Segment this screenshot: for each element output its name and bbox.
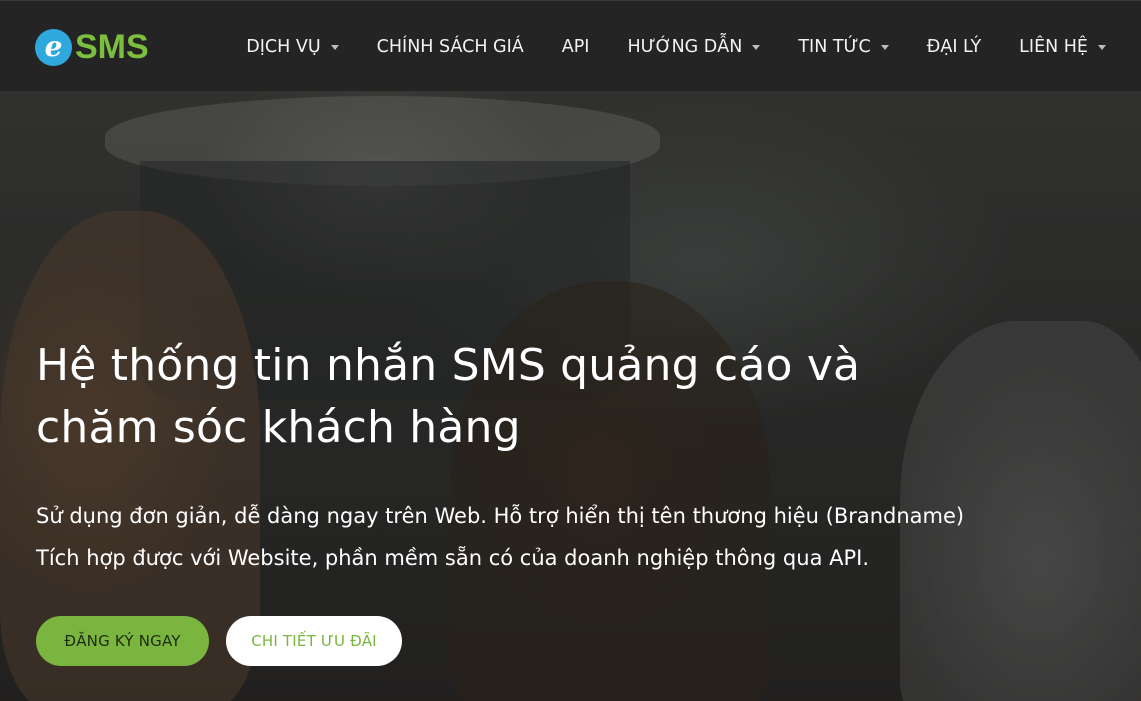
nav-item-api[interactable]: API: [562, 37, 590, 57]
logo-text: SMS: [75, 28, 149, 66]
nav-item-dich-vu[interactable]: DỊCH VỤ: [246, 36, 339, 57]
hero-title: Hệ thống tin nhắn SMS quảng cáo và chăm …: [36, 335, 1036, 459]
register-now-button[interactable]: ĐĂNG KÝ NGAY: [36, 616, 209, 666]
nav-item-label: DỊCH VỤ: [246, 36, 321, 57]
nav-item-lien-he[interactable]: LIÊN HỆ: [1019, 37, 1106, 57]
nav-item-label: API: [561, 36, 590, 57]
caret-down-icon: [752, 45, 761, 50]
nav-item-label: TIN TỨC: [798, 36, 871, 57]
esms-logo[interactable]: e SMS: [35, 28, 149, 66]
caret-down-icon: [1098, 45, 1106, 50]
nav-item-dai-ly[interactable]: ĐẠI LÝ: [927, 37, 981, 57]
hero-section: Hệ thống tin nhắn SMS quảng cáo và chăm …: [0, 91, 1141, 701]
top-navbar: e SMS DỊCH VỤ CHÍNH SÁCH GIÁ API HƯỚNG D…: [0, 0, 1141, 91]
nav-item-label: LIÊN HỆ: [1019, 36, 1088, 57]
nav-item-label: ĐẠI LÝ: [926, 36, 982, 57]
hero-title-line: Hệ thống tin nhắn SMS quảng cáo và: [36, 340, 861, 391]
caret-down-icon: [330, 45, 339, 50]
hero-subtitle-line: Sử dụng đơn giản, dễ dàng ngay trên Web.…: [36, 504, 965, 528]
hero-subtitle-line: Tích hợp được với Website, phần mềm sẵn …: [36, 546, 870, 570]
nav-item-tin-tuc[interactable]: TIN TỨC: [798, 36, 889, 57]
hero-subtitle: Sử dụng đơn giản, dễ dàng ngay trên Web.…: [36, 495, 1116, 579]
nav-item-chinh-sach-gia[interactable]: CHÍNH SÁCH GIÁ: [377, 37, 524, 57]
caret-down-icon: [880, 45, 889, 50]
hero-title-line: chăm sóc khách hàng: [36, 402, 521, 453]
logo-e-badge: e: [35, 28, 72, 66]
offer-details-button[interactable]: CHI TIẾT ƯU ĐÃI: [226, 616, 402, 666]
nav-item-label: HƯỚNG DẪN: [627, 36, 743, 57]
main-nav: DỊCH VỤ CHÍNH SÁCH GIÁ API HƯỚNG DẪN TIN…: [246, 1, 1106, 92]
nav-item-huong-dan[interactable]: HƯỚNG DẪN: [627, 36, 761, 57]
nav-item-label: CHÍNH SÁCH GIÁ: [376, 36, 524, 57]
